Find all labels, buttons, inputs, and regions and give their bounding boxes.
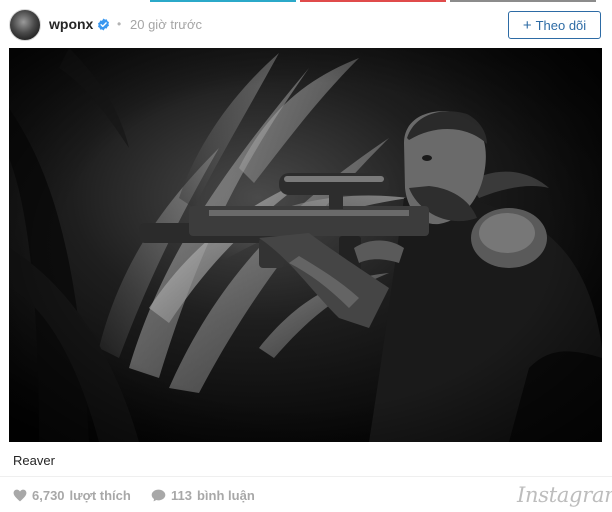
post-caption: Reaver (13, 453, 55, 468)
heart-icon (13, 489, 27, 502)
likes-counter[interactable]: 6,730 lượt thích (13, 488, 131, 503)
username-link[interactable]: wponx (49, 16, 93, 32)
post-photo[interactable] (9, 48, 602, 442)
photo-illustration (9, 48, 602, 442)
post-timestamp[interactable]: 20 giờ trước (130, 17, 202, 32)
comments-count: 113 (171, 488, 192, 503)
comments-label: bình luận (196, 488, 255, 503)
post-footer: 6,730 lượt thích 113 bình luận Instagram (0, 476, 612, 512)
verified-badge-icon (98, 18, 109, 31)
follow-button-label: Theo dõi (535, 17, 587, 33)
instagram-logo[interactable]: Instagram (517, 483, 612, 507)
likes-count: 6,730 (32, 488, 65, 503)
avatar[interactable] (9, 9, 41, 41)
comment-bubble-icon (151, 489, 166, 502)
follow-button[interactable]: + Theo dõi (508, 11, 601, 39)
plus-icon: + (522, 16, 532, 34)
post-header: wponx • 20 giờ trước + Theo dõi (0, 3, 612, 47)
likes-label: lượt thích (69, 488, 131, 503)
separator-dot: • (117, 17, 122, 31)
comments-counter[interactable]: 113 bình luận (151, 488, 255, 503)
